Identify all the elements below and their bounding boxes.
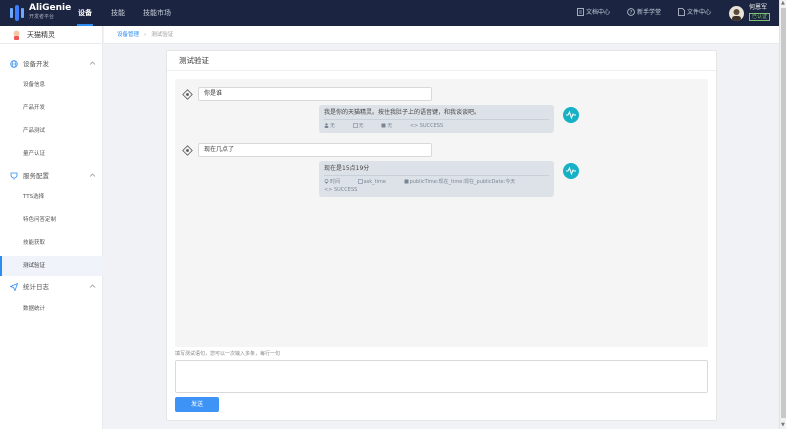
globe-icon	[10, 60, 18, 68]
svg-text:?: ?	[630, 10, 633, 16]
chevron-up-icon	[89, 173, 96, 177]
send-icon	[10, 283, 18, 291]
response-meta: 时间 ask_time publicTime:现在_time:现在_public…	[324, 178, 549, 186]
breadcrumb-separator: ›	[144, 32, 147, 38]
response-text: 我是你的天猫精灵。按住我肚子上的语音键，和我谈谈吧。	[324, 108, 549, 120]
trophy-icon	[10, 172, 18, 180]
meta-slot: publicTime:现在_time:现在_publicDate:今天	[409, 179, 516, 185]
send-button[interactable]: 发送	[175, 397, 219, 412]
breadcrumb-current: 测试验证	[151, 32, 174, 38]
sidebar-item-skill-acquire[interactable]: 技能获取	[0, 233, 103, 253]
sidebar: 天猫精灵 设备开发 设备信息 产品开发 产品测试 量产认证 服务配置 TTS选择…	[0, 26, 103, 429]
input-hint: 填写测试语句，您可以一次输入多条，每行一句	[175, 351, 281, 357]
sidebar-home-label: 天猫精灵	[27, 31, 55, 39]
meta-slot: 无	[387, 123, 393, 129]
breadcrumb: 设备管理 › 测试验证	[104, 26, 779, 44]
file-center-link[interactable]: 文件中心	[678, 0, 711, 26]
test-verify-card: 测试验证 你是谁 我是你的天猫精灵。按住我肚子上的语音键，和我谈谈吧。 无 无 …	[166, 50, 717, 421]
sidebar-group-label: 统计日志	[23, 283, 49, 291]
meta-intent: ask_time	[363, 179, 386, 185]
speaker-icon	[182, 89, 193, 100]
sidebar-item-product-test[interactable]: 产品测试	[0, 121, 103, 141]
verified-badge: 已认证	[749, 13, 771, 21]
sidebar-item-tts[interactable]: TTS选择	[0, 187, 103, 207]
sidebar-group-stats-log[interactable]: 统计日志	[0, 280, 103, 294]
response-bubble: 我是你的天猫精灵。按住我肚子上的语音键，和我谈谈吧。 无 无 无 <> SUCC…	[319, 105, 554, 133]
response-meta: 无 无 无 <> SUCCESS	[324, 122, 549, 130]
meta-status: <> SUCCESS	[409, 123, 444, 129]
help-circle-icon: ?	[627, 8, 635, 16]
sidebar-item-test-verify[interactable]: 测试验证	[0, 256, 103, 276]
sidebar-item-device-info[interactable]: 设备信息	[0, 75, 103, 95]
newbie-school-link[interactable]: ? 新手学堂	[627, 0, 661, 26]
slot-icon	[381, 123, 386, 128]
chevron-up-icon	[89, 284, 96, 288]
document-icon	[577, 8, 584, 16]
user-query: 现在几点了	[198, 143, 432, 157]
response-status: <> SUCCESS	[324, 187, 358, 193]
chevron-up-icon	[89, 61, 96, 65]
assistant-avatar	[563, 163, 579, 179]
intent-icon	[357, 179, 363, 184]
user-avatar[interactable]	[729, 6, 744, 21]
brand: AliGenie 开发者平台	[29, 3, 71, 21]
page-scrollbar[interactable]: ▲ ▼	[779, 0, 786, 429]
test-sentence-input[interactable]	[175, 360, 708, 393]
intent-icon	[352, 123, 358, 128]
meta-domain: 时间	[330, 179, 341, 185]
meta-domain: 无	[330, 123, 336, 129]
sidebar-item-product-dev[interactable]: 产品开发	[0, 98, 103, 118]
file-icon	[678, 8, 685, 16]
sidebar-group-device-dev[interactable]: 设备开发	[0, 57, 103, 71]
sidebar-group-label: 设备开发	[23, 60, 49, 68]
username[interactable]: 何恩军	[749, 4, 767, 12]
sidebar-group-service-config[interactable]: 服务配置	[0, 169, 103, 183]
tab-skill-market[interactable]: 技能市场	[143, 0, 171, 26]
assistant-avatar	[563, 107, 579, 123]
slot-icon	[404, 179, 409, 184]
file-center-label: 文件中心	[687, 9, 712, 16]
response-text: 现在是15点19分	[324, 164, 549, 176]
sidebar-item-mass-cert[interactable]: 量产认证	[0, 144, 103, 164]
tab-skills[interactable]: 技能	[111, 0, 125, 26]
sidebar-group-label: 服务配置	[23, 172, 49, 180]
card-title: 测试验证	[167, 51, 716, 71]
docs-center-link[interactable]: 文档中心	[577, 0, 610, 26]
top-navbar: AliGenie 开发者平台 设备 技能 技能市场 文档中心 ? 新手学堂 文件中…	[0, 0, 779, 26]
user-query: 你是谁	[198, 87, 432, 101]
tab-device[interactable]: 设备	[77, 0, 93, 26]
response-bubble: 现在是15点19分 时间 ask_time publicTime:现在_time…	[319, 161, 554, 197]
brand-subtitle: 开发者平台	[29, 14, 55, 20]
scroll-down-icon[interactable]: ▼	[781, 422, 785, 428]
brand-name: AliGenie	[29, 3, 72, 13]
genie-icon	[13, 30, 20, 40]
chat-area: 你是谁 我是你的天猫精灵。按住我肚子上的语音键，和我谈谈吧。 无 无 无 <> …	[175, 79, 708, 347]
sidebar-item-qa-custom[interactable]: 特色问答定制	[0, 210, 103, 230]
meta-intent: 无	[358, 123, 364, 129]
location-pin-icon	[324, 179, 329, 184]
sidebar-home[interactable]: 天猫精灵	[0, 26, 103, 44]
newbie-school-label: 新手学堂	[637, 9, 662, 16]
breadcrumb-parent[interactable]: 设备管理	[117, 32, 139, 38]
aligenie-logo[interactable]	[9, 3, 25, 23]
person-icon	[324, 123, 329, 128]
sidebar-item-data-stats[interactable]: 数据统计	[0, 299, 103, 319]
speaker-icon	[182, 145, 193, 156]
docs-center-label: 文档中心	[586, 9, 611, 16]
scrollbar-thumb[interactable]	[781, 8, 786, 418]
waveform-icon	[566, 110, 576, 120]
waveform-icon	[566, 166, 576, 176]
scroll-up-icon[interactable]: ▲	[781, 0, 785, 6]
